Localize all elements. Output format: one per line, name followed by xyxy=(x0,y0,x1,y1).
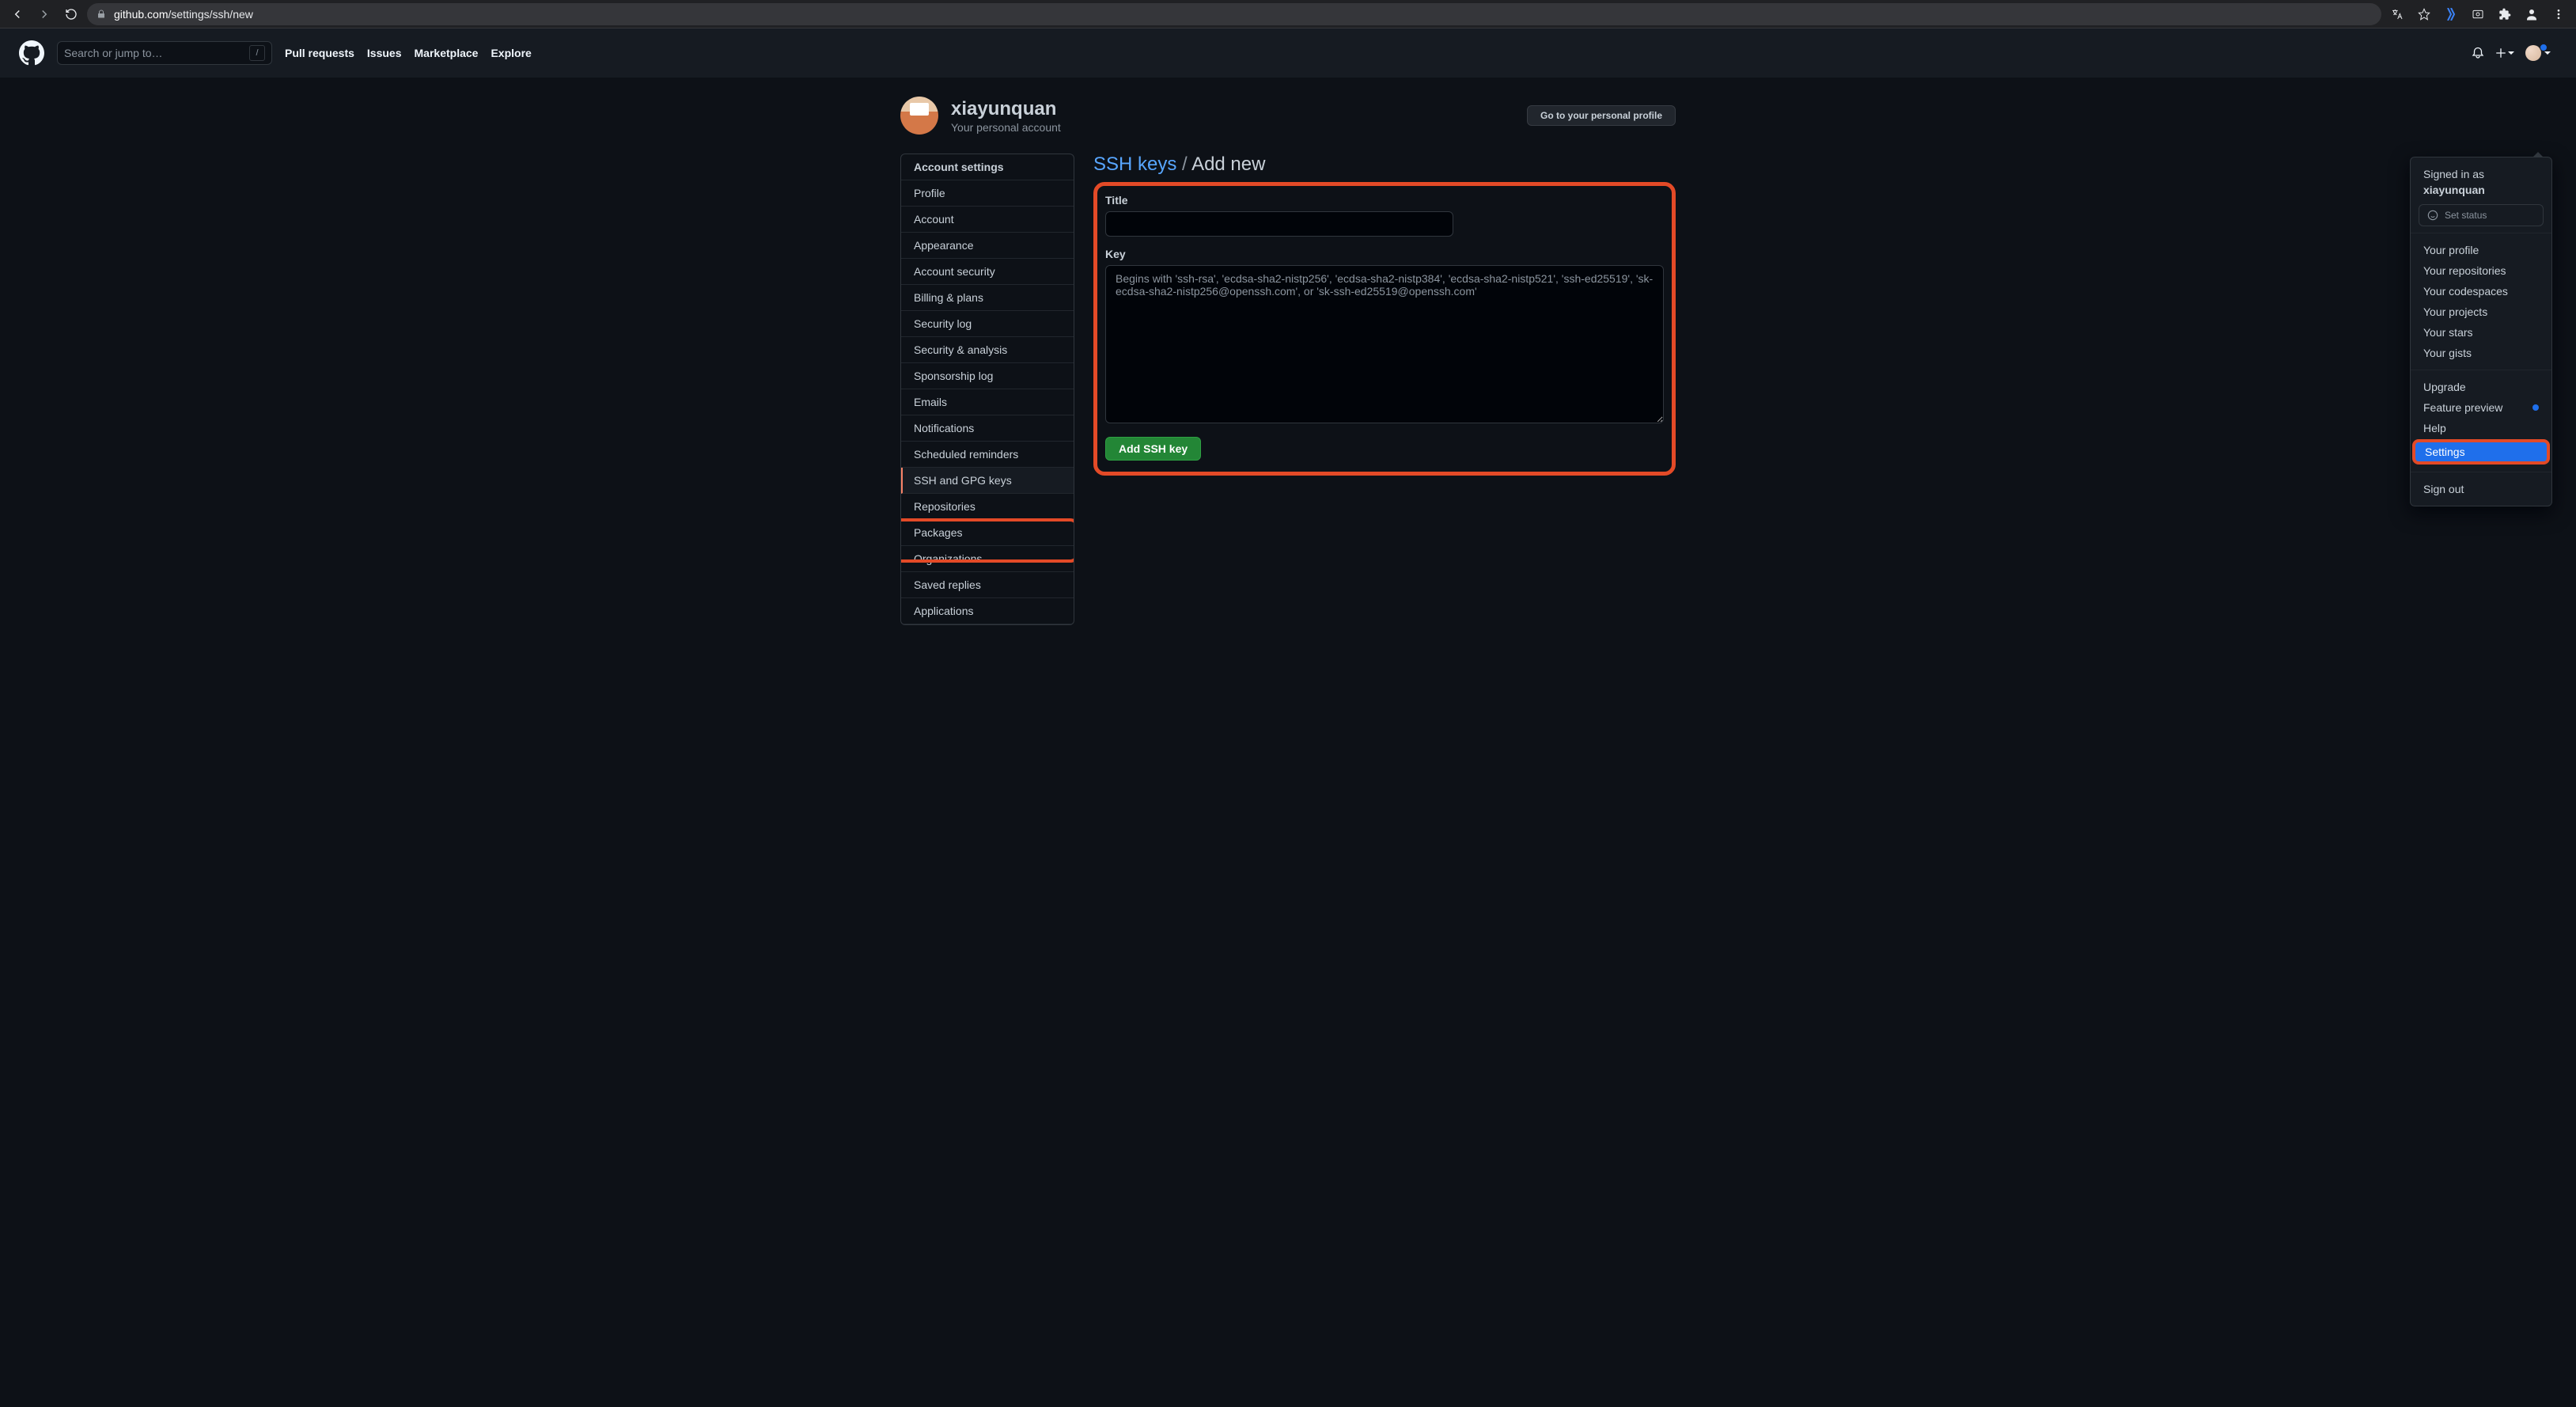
sidebar-heading: Account settings xyxy=(901,154,1074,180)
title-input[interactable] xyxy=(1105,211,1453,237)
github-logo[interactable] xyxy=(19,40,44,66)
nav-pull-requests[interactable]: Pull requests xyxy=(285,47,354,59)
notifications-icon[interactable] xyxy=(2472,47,2484,59)
forward-button[interactable] xyxy=(33,3,55,25)
lock-icon xyxy=(97,9,106,19)
breadcrumb-ssh-keys[interactable]: SSH keys xyxy=(1093,154,1176,175)
sidebar-item-security-log[interactable]: Security log xyxy=(901,311,1074,337)
key-textarea[interactable] xyxy=(1105,265,1664,423)
bookmark-star-icon[interactable] xyxy=(2413,3,2435,25)
nav-issues[interactable]: Issues xyxy=(367,47,402,59)
sidebar-item-appearance[interactable]: Appearance xyxy=(901,233,1074,259)
browser-toolbar: github.com/settings/ssh/new xyxy=(0,0,2576,28)
breadcrumb-current: Add new xyxy=(1191,154,1265,175)
sidebar-item-packages[interactable]: Packages xyxy=(901,520,1074,546)
goto-profile-button[interactable]: Go to your personal profile xyxy=(1527,105,1676,126)
dropdown-your-profile[interactable]: Your profile xyxy=(2411,240,2551,260)
sidebar-item-security-analysis[interactable]: Security & analysis xyxy=(901,337,1074,363)
badge-dot-icon xyxy=(2540,44,2548,51)
search-placeholder: Search or jump to… xyxy=(64,47,249,59)
address-bar[interactable]: github.com/settings/ssh/new xyxy=(87,3,2381,25)
dropdown-your-gists[interactable]: Your gists xyxy=(2411,343,2551,363)
extensions-puzzle-icon[interactable] xyxy=(2494,3,2516,25)
user-menu-trigger[interactable] xyxy=(2525,45,2551,61)
sidebar-item-sponsorship-log[interactable]: Sponsorship log xyxy=(901,363,1074,389)
sidebar-item-account[interactable]: Account xyxy=(901,207,1074,233)
dropdown-your-repositories[interactable]: Your repositories xyxy=(2411,260,2551,281)
sidebar-item-emails[interactable]: Emails xyxy=(901,389,1074,415)
user-avatar-large[interactable] xyxy=(900,97,938,135)
set-status-button[interactable]: Set status xyxy=(2419,204,2544,226)
url-text: github.com/settings/ssh/new xyxy=(114,8,253,21)
add-ssh-key-button[interactable]: Add SSH key xyxy=(1105,437,1201,461)
settings-sidebar: Account settings Profile Account Appeara… xyxy=(900,154,1074,625)
create-new-dropdown[interactable] xyxy=(2495,47,2514,59)
sidebar-item-organizations[interactable]: Organizations xyxy=(901,546,1074,572)
dropdown-help[interactable]: Help xyxy=(2411,418,2551,438)
sidebar-item-scheduled-reminders[interactable]: Scheduled reminders xyxy=(901,442,1074,468)
page-username: xiayunquan xyxy=(951,97,1061,121)
translate-icon[interactable] xyxy=(2386,3,2408,25)
sidebar-item-saved-replies[interactable]: Saved replies xyxy=(901,572,1074,598)
annotation-form-highlight: Title Key Add SSH key xyxy=(1093,182,1676,476)
extension-icon-2[interactable] xyxy=(2467,3,2489,25)
site-header: Search or jump to… / Pull requests Issue… xyxy=(0,28,2576,78)
dropdown-your-projects[interactable]: Your projects xyxy=(2411,302,2551,322)
user-dropdown-menu: Signed in as xiayunquan Set status Your … xyxy=(2410,157,2552,506)
user-avatar-icon xyxy=(2525,45,2541,61)
dropdown-sign-out[interactable]: Sign out xyxy=(2411,479,2551,499)
sidebar-item-notifications[interactable]: Notifications xyxy=(901,415,1074,442)
sidebar-item-account-security[interactable]: Account security xyxy=(901,259,1074,285)
page-header: xiayunquan Your personal account Go to y… xyxy=(900,97,1676,135)
smiley-icon xyxy=(2427,210,2438,221)
kebab-menu-icon[interactable] xyxy=(2548,3,2570,25)
sidebar-item-repositories[interactable]: Repositories xyxy=(901,494,1074,520)
dropdown-settings[interactable]: Settings xyxy=(2412,439,2550,465)
profile-icon[interactable] xyxy=(2521,3,2543,25)
dropdown-upgrade[interactable]: Upgrade xyxy=(2411,377,2551,397)
key-label: Key xyxy=(1105,248,1664,260)
sidebar-item-billing[interactable]: Billing & plans xyxy=(901,285,1074,311)
search-input[interactable]: Search or jump to… / xyxy=(57,41,272,65)
page-subtitle: Your personal account xyxy=(951,121,1061,134)
title-label: Title xyxy=(1105,194,1664,207)
sidebar-item-applications[interactable]: Applications xyxy=(901,598,1074,624)
feature-preview-dot-icon xyxy=(2532,404,2539,411)
primary-nav: Pull requests Issues Marketplace Explore xyxy=(285,47,532,59)
dropdown-your-codespaces[interactable]: Your codespaces xyxy=(2411,281,2551,302)
nav-marketplace[interactable]: Marketplace xyxy=(415,47,479,59)
dropdown-signed-in-as: Signed in as xiayunquan xyxy=(2411,164,2551,204)
dropdown-feature-preview[interactable]: Feature preview xyxy=(2411,397,2551,418)
back-button[interactable] xyxy=(6,3,28,25)
sidebar-item-ssh-gpg-keys[interactable]: SSH and GPG keys xyxy=(901,468,1074,494)
sidebar-item-profile[interactable]: Profile xyxy=(901,180,1074,207)
extension-icon-1[interactable] xyxy=(2440,3,2462,25)
nav-explore[interactable]: Explore xyxy=(491,47,531,59)
search-shortcut-badge: / xyxy=(249,45,265,61)
dropdown-your-stars[interactable]: Your stars xyxy=(2411,322,2551,343)
page-title: SSH keys / Add new xyxy=(1093,154,1676,176)
reload-button[interactable] xyxy=(60,3,82,25)
